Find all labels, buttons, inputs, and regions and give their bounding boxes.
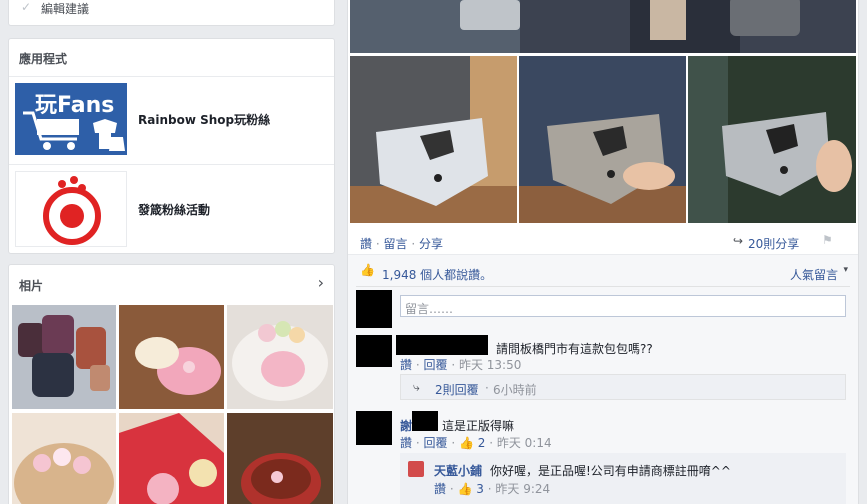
tea-image bbox=[227, 413, 333, 504]
backpack-image bbox=[12, 305, 116, 409]
app-label[interactable]: Rainbow Shop玩粉絲 bbox=[138, 111, 270, 128]
post-actions: 讚 · 留言 · 分享 bbox=[360, 237, 443, 251]
user-avatar bbox=[356, 290, 392, 328]
divider bbox=[356, 286, 850, 287]
page-avatar bbox=[408, 461, 424, 477]
post-photo-1[interactable] bbox=[350, 56, 517, 223]
silver-bag-image bbox=[519, 56, 686, 223]
share-arrow-icon: ↪ bbox=[733, 234, 744, 248]
photo-thumb-pink[interactable] bbox=[119, 413, 224, 504]
post-main-photo[interactable] bbox=[350, 0, 856, 53]
reply-like-count[interactable]: 3 bbox=[476, 482, 484, 496]
post-photo-2[interactable] bbox=[519, 56, 686, 223]
suggest-edit-card: ✓ 編輯建議 bbox=[8, 0, 335, 26]
wagashi-image bbox=[119, 305, 224, 409]
replies-row[interactable]: ⤷ 2則回覆 · 6小時前 bbox=[400, 374, 846, 400]
main-photo-image bbox=[350, 0, 856, 53]
reply-arrow-icon: ⤷ bbox=[413, 380, 420, 394]
reply-meta: 讚 · 👍 3 · 昨天 9:24 bbox=[434, 482, 551, 496]
apps-title: 應用程式 bbox=[19, 52, 68, 66]
check-icon: ✓ bbox=[21, 0, 32, 14]
commenter-avatar bbox=[356, 335, 392, 367]
reply-time[interactable]: 昨天 9:24 bbox=[495, 482, 550, 496]
rainbow-fans-logo: 玩Fans bbox=[15, 83, 127, 155]
chevron-down-icon[interactable]: ▾ bbox=[843, 265, 848, 275]
photo-thumb-bowl[interactable] bbox=[12, 413, 116, 504]
apps-card: 應用程式 玩Fans Rainbow Shop玩粉絲 發箴粉絲活動 bbox=[8, 38, 335, 254]
cart-icon bbox=[23, 111, 125, 151]
commenter-name[interactable]: 謝 bbox=[400, 417, 412, 434]
comment-like[interactable]: 讚 bbox=[400, 436, 412, 450]
photo-thumb-backpacks[interactable] bbox=[12, 305, 116, 409]
comment-meta: 讚 · 回覆 · 昨天 13:50 bbox=[400, 358, 522, 372]
photo-thumb-tea[interactable] bbox=[227, 413, 333, 504]
comment-reply[interactable]: 回覆 bbox=[423, 436, 447, 450]
chevron-right-icon[interactable]: › bbox=[318, 273, 324, 292]
bowl-image bbox=[12, 413, 116, 504]
comment-input[interactable]: 留言…… bbox=[400, 295, 846, 317]
comment-text: 請問板橋門市有這款包包嗎?? bbox=[496, 342, 653, 356]
post-feedback-area: 👍 1,948 個人都說讚。 人氣留言 ▾ 留言…… 請問板橋門市有這款包包嗎?… bbox=[348, 254, 858, 504]
comment-action[interactable]: 留言 bbox=[383, 237, 407, 251]
comment-placeholder: 留言…… bbox=[405, 302, 454, 316]
reply-text: 你好喔，是正品喔!公司有申請商標註冊唷^^ bbox=[490, 464, 731, 478]
comment-meta: 讚 · 回覆 · 👍 2 · 昨天 0:14 bbox=[400, 436, 552, 450]
photo-thumb-sweets[interactable] bbox=[119, 305, 224, 409]
replies-time: 6小時前 bbox=[493, 383, 537, 397]
photo-thumb-plate-sweets[interactable] bbox=[227, 305, 333, 409]
app-item-fans-event[interactable]: 發箴粉絲活動 bbox=[9, 165, 334, 253]
reply-like[interactable]: 讚 bbox=[434, 482, 446, 496]
commenter-name-redacted bbox=[396, 335, 488, 355]
holo-bag-image bbox=[350, 56, 517, 223]
commenter-name-redacted bbox=[412, 411, 438, 431]
flag-icon[interactable]: ⚑ bbox=[822, 233, 833, 247]
comment-reply[interactable]: 回覆 bbox=[423, 358, 447, 372]
share-count[interactable]: 20則分享 bbox=[748, 235, 799, 252]
comment-text: 這是正版得嘛 bbox=[442, 419, 515, 433]
post-card: 讚 · 留言 · 分享 ↪ 20則分享 ⚑ 👍 1,948 個人都說讚。 人氣留… bbox=[347, 0, 859, 504]
plate-sweets-image bbox=[227, 305, 333, 409]
reply-author[interactable]: 天藍小鋪 bbox=[434, 462, 482, 479]
comment-like-count[interactable]: 2 bbox=[478, 436, 486, 450]
like-action[interactable]: 讚 bbox=[360, 237, 372, 251]
pink-sweets-image bbox=[119, 413, 224, 504]
red-circle-logo-icon bbox=[43, 176, 101, 245]
photos-card: 相片 › bbox=[8, 264, 335, 504]
comment-sort[interactable]: 人氣留言 bbox=[790, 266, 838, 283]
share-action[interactable]: 分享 bbox=[419, 237, 443, 251]
like-count-icon: 👍 bbox=[457, 482, 473, 496]
commenter-avatar bbox=[356, 411, 392, 445]
comment-like[interactable]: 讚 bbox=[400, 358, 412, 372]
suggest-edit-link[interactable]: 編輯建議 bbox=[41, 0, 89, 17]
sparkle-bag-image bbox=[688, 56, 856, 223]
comment-time[interactable]: 昨天 13:50 bbox=[459, 358, 521, 372]
replies-link[interactable]: 2則回覆 bbox=[435, 381, 479, 398]
post-photo-3[interactable] bbox=[688, 56, 856, 223]
photos-title: 相片 bbox=[19, 279, 44, 293]
comment-time[interactable]: 昨天 0:14 bbox=[497, 436, 552, 450]
fans-event-logo bbox=[15, 171, 127, 247]
likes-summary[interactable]: 1,948 個人都說讚。 bbox=[382, 266, 492, 283]
app-item-rainbow-shop[interactable]: 玩Fans Rainbow Shop玩粉絲 bbox=[9, 77, 334, 164]
thumbs-up-icon: 👍 bbox=[360, 263, 375, 277]
like-count-icon: 👍 bbox=[458, 436, 474, 450]
reply-item: 天藍小鋪 你好喔，是正品喔!公司有申請商標註冊唷^^ 讚 · 👍 3 · 昨天 … bbox=[400, 453, 846, 504]
app-label[interactable]: 發箴粉絲活動 bbox=[138, 201, 210, 218]
